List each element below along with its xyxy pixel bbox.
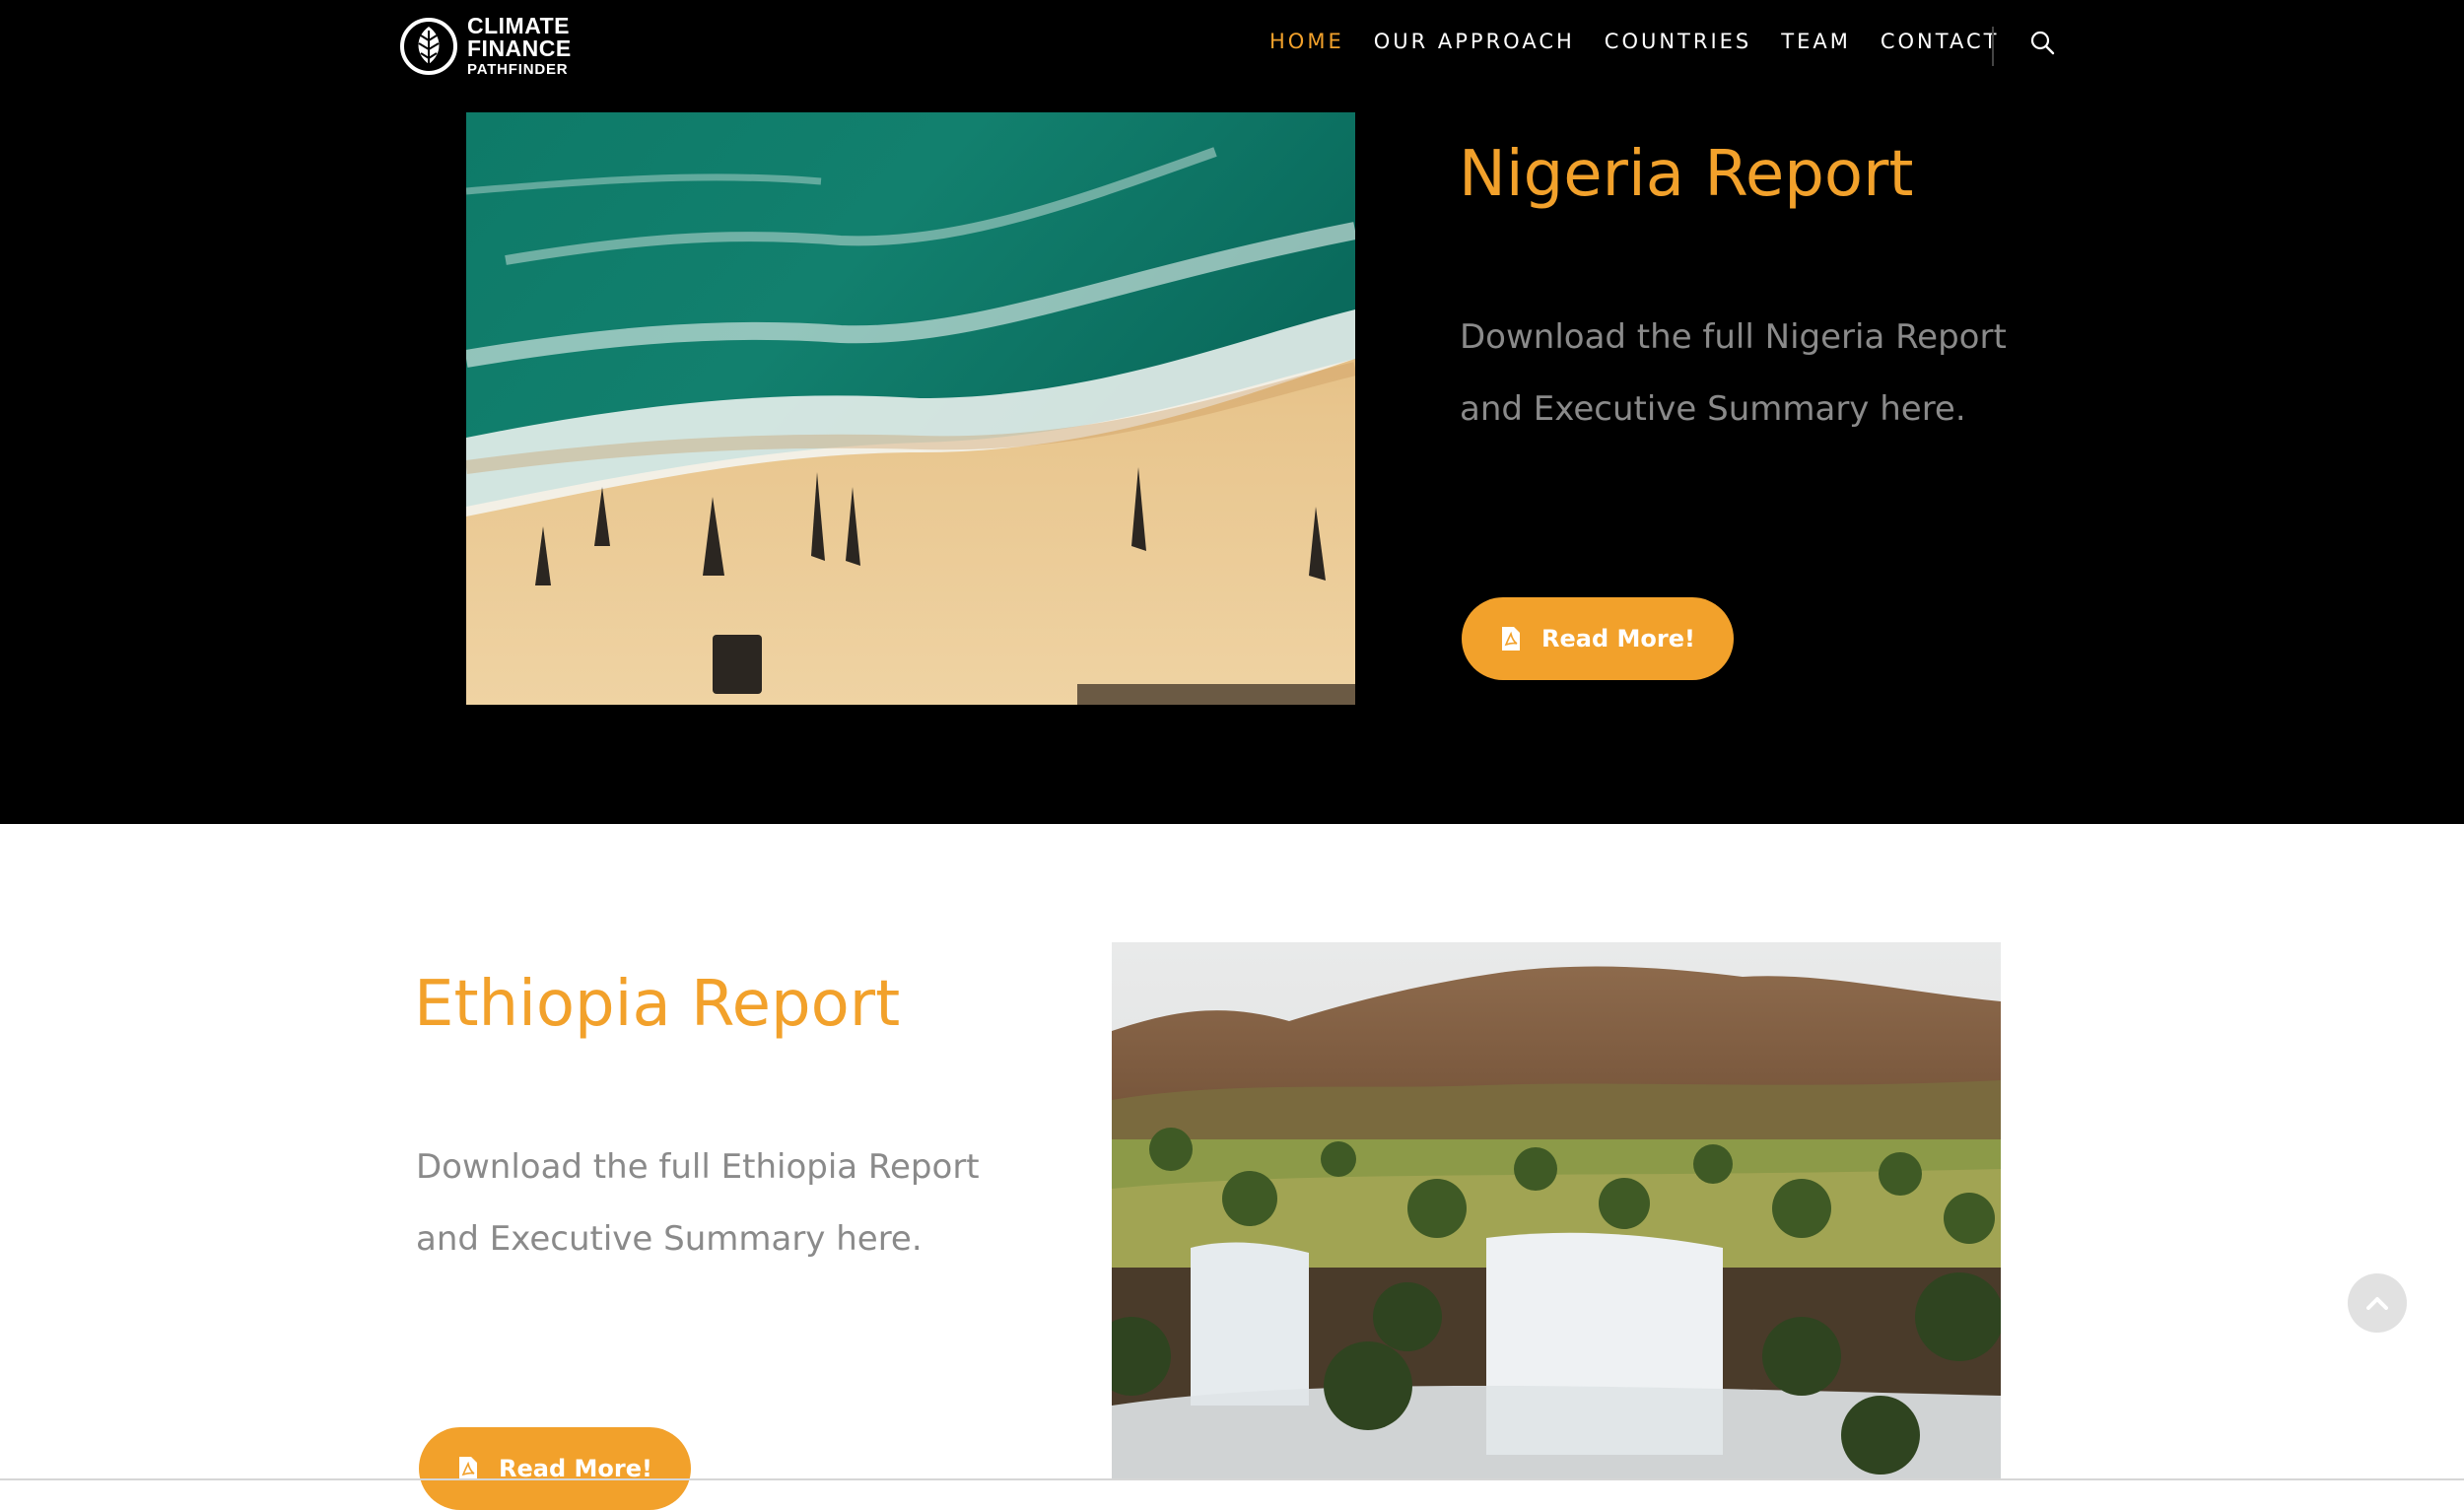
nav-our-approach[interactable]: OUR APPROACH [1374,30,1575,53]
chevron-up-icon [2366,1297,2388,1310]
waterfall-landscape-illustration [1112,942,2001,1480]
logo-line-3: PATHFINDER [467,61,569,78]
logo-wordmark: CLIMATE FINANCE PATHFINDER [467,13,572,78]
nav-team[interactable]: TEAM [1781,30,1851,53]
aerial-beach-illustration [466,112,1355,705]
ethiopia-report-title: Ethiopia Report [414,968,901,1041]
ethiopia-report-description: Download the full Ethiopia Report and Ex… [416,1132,980,1275]
site-logo[interactable]: CLIMATE FINANCE PATHFINDER [399,15,572,77]
ethiopia-desc-line-1: Download the full Ethiopia Report [416,1147,980,1187]
nigeria-beach-image [466,112,1355,705]
nav-countries[interactable]: COUNTRIES [1605,30,1751,53]
nigeria-report-title: Nigeria Report [1459,138,1914,211]
nigeria-report-description: Download the full Nigeria Report and Exe… [1460,302,2007,446]
search-icon[interactable] [2029,30,2055,55]
ethiopia-waterfall-image [1112,942,2001,1480]
pdf-icon [1502,627,1521,651]
nav-contact[interactable]: CONTACT [1881,30,2000,53]
nigeria-desc-line-2: and Executive Summary here. [1460,389,1966,429]
nav-divider [1992,27,1994,66]
nigeria-read-more-button[interactable]: Read More! [1462,597,1734,680]
ethiopia-read-more-button[interactable]: Read More! [419,1427,691,1510]
logo-line-2: FINANCE [467,35,572,61]
site-header: CLIMATE FINANCE PATHFINDER HOME OUR APPR… [0,0,2464,112]
logo-line-1: CLIMATE [467,13,571,38]
nav-home[interactable]: HOME [1269,30,1344,53]
nigeria-read-more-label: Read More! [1541,625,1695,652]
leaf-logo-icon [400,17,457,75]
nigeria-desc-line-1: Download the full Nigeria Report [1460,317,2007,357]
main-nav: HOME OUR APPROACH COUNTRIES TEAM CONTACT [1269,30,2028,53]
ethiopia-desc-line-2: and Executive Summary here. [416,1219,923,1259]
back-to-top-button[interactable] [2348,1273,2407,1333]
